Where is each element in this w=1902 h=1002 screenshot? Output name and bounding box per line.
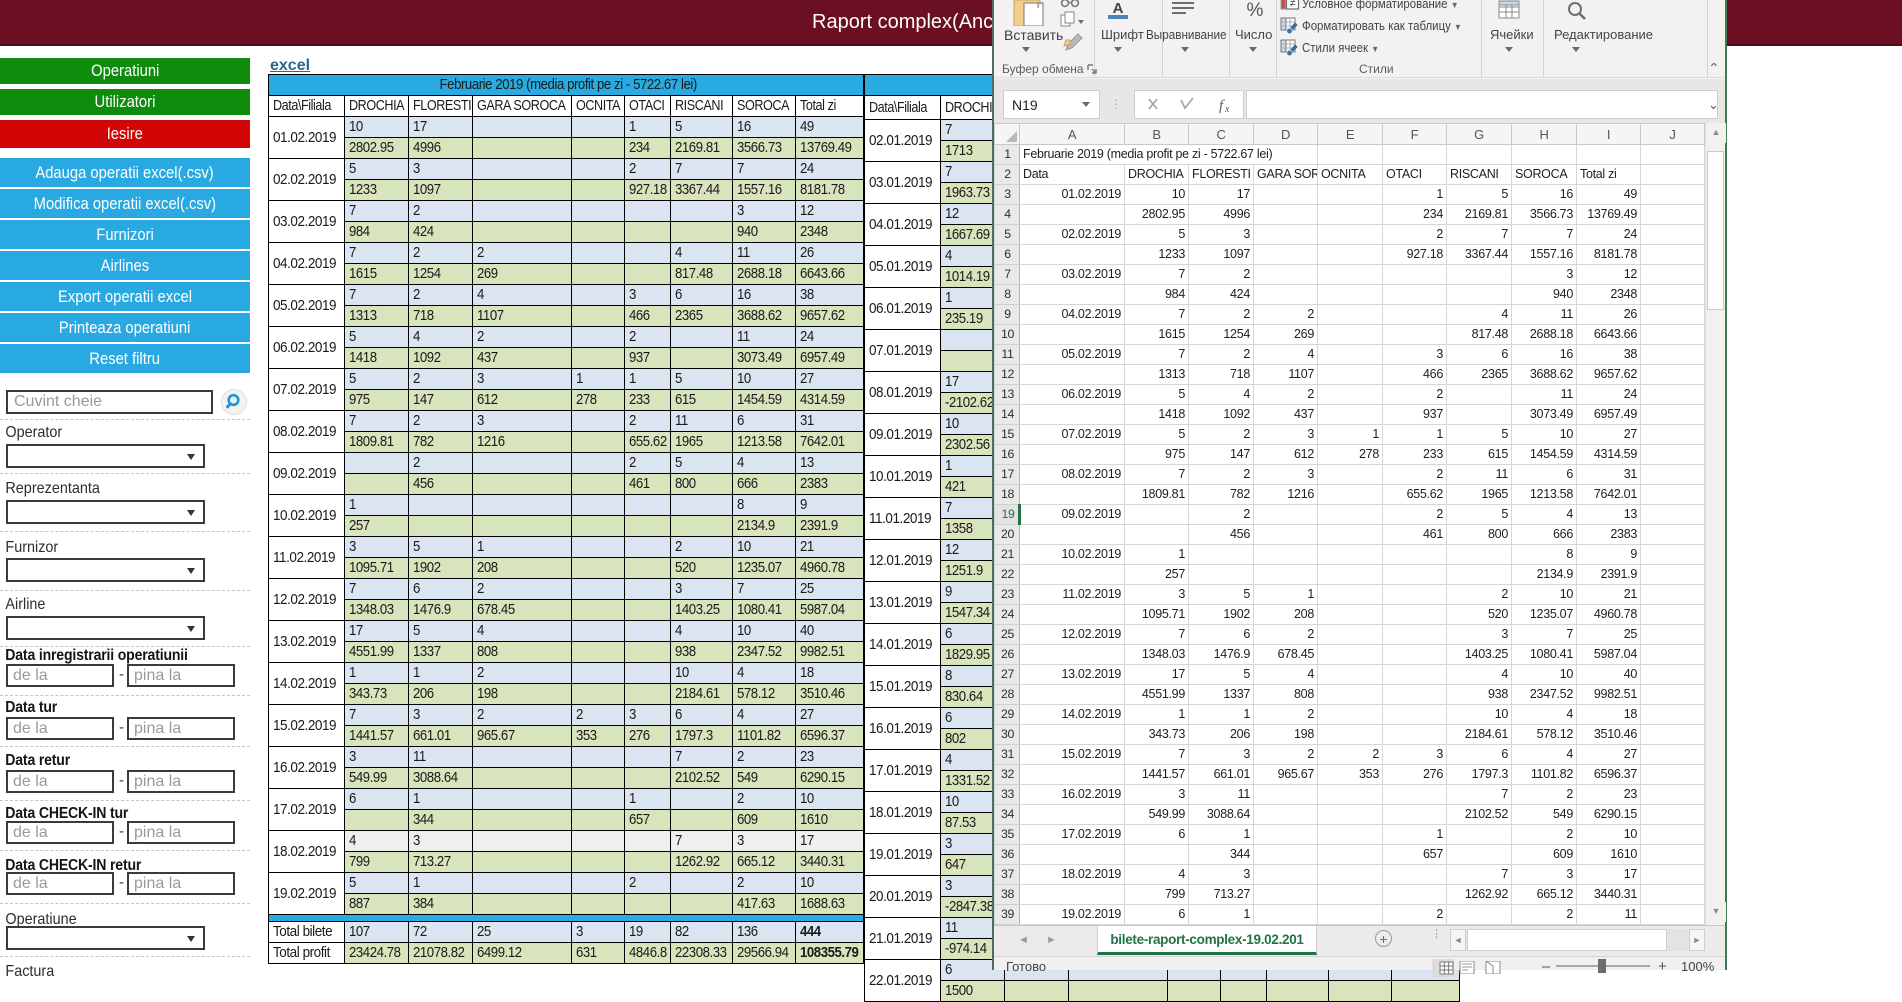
svg-text:%: % (1247, 0, 1264, 20)
svg-text:≠: ≠ (1289, 0, 1295, 10)
svg-text:А: А (1113, 0, 1124, 17)
svg-text:x: x (1224, 104, 1230, 115)
